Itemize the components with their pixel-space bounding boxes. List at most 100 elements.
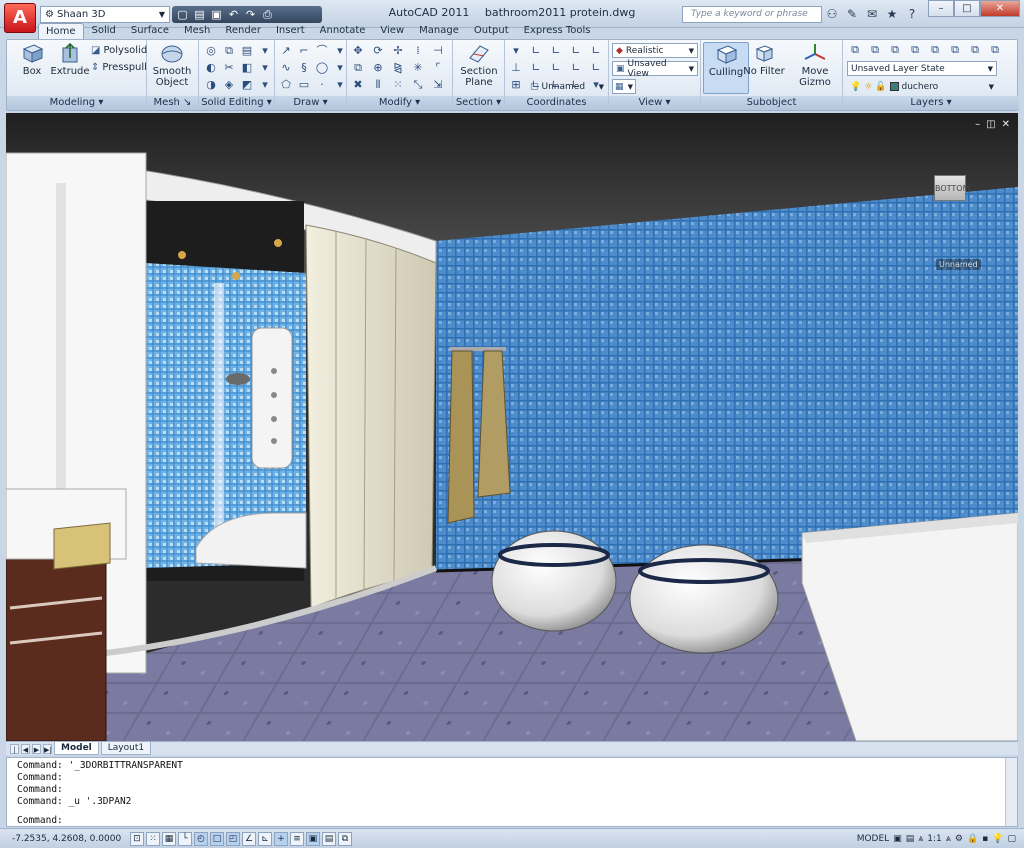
line-icon[interactable]: ↗ [278,43,294,58]
viewport-config-button[interactable]: ▦ ▼ [612,79,636,94]
search-input[interactable]: Type a keyword or phrase [682,6,822,23]
point-icon[interactable]: · [314,77,330,92]
thicken-icon[interactable]: ◈ [221,77,237,92]
3d-array-icon[interactable]: ⁞ [410,43,426,58]
tab-output[interactable]: Output [467,23,516,39]
panel-title-solid-editing[interactable]: Solid Editing ▾ [199,96,274,110]
ucs-z-icon[interactable]: ∟ [568,43,584,58]
dynamic-input-icon[interactable]: + [274,831,288,846]
subtract-icon[interactable]: ◐ [203,60,219,75]
transparency-icon[interactable]: ▣ [306,831,320,846]
communication-icon[interactable]: ✉ [864,6,880,22]
lock-ui-icon[interactable]: 🔒 [967,834,978,844]
annotation-scale-value[interactable]: 1:1 [927,834,941,844]
help-icon[interactable]: ? [904,6,920,22]
grid-display-icon[interactable]: ▦ [162,831,176,846]
prev-layout-button[interactable]: ◀ [21,743,30,754]
panel-title-mesh[interactable]: Mesh ↘ [147,96,198,110]
viewcube[interactable]: BOTTOM [934,175,969,201]
helix-icon[interactable]: § [296,60,312,75]
tab-annotate[interactable]: Annotate [313,23,373,39]
shell-icon[interactable]: ▤ [239,43,255,58]
ucs-named-icon[interactable]: ⊞ [508,77,524,92]
selection-cycling-icon[interactable]: ⧉ [338,831,352,846]
3d-object-snap-icon[interactable]: ◰ [226,831,240,846]
ucs-dropdown-icon[interactable]: ▾ [508,43,524,58]
layer-unisolate-icon[interactable]: ⧉ [887,42,903,57]
viewport-close-button[interactable]: ✕ [1002,119,1010,130]
spline-icon[interactable]: ∿ [278,60,294,75]
close-button[interactable]: ✕ [980,0,1020,17]
move-icon[interactable]: ✥ [350,43,366,58]
separate-icon[interactable]: ⧉ [221,43,237,58]
redo-icon[interactable]: ↷ [243,7,258,22]
slice-icon[interactable]: ✂ [221,60,237,75]
model-space-button[interactable]: MODEL [857,834,889,844]
3d-rotate-icon[interactable]: ⟳ [370,43,386,58]
minimize-button[interactable]: – [928,0,954,17]
drawing-viewport[interactable]: – ◫ ✕ BOTTOM Unnamed [6,113,1018,741]
smooth-object-button[interactable]: Smooth Object [149,42,195,88]
tab-view[interactable]: View [373,23,411,39]
plot-icon[interactable]: ⎙ [260,7,275,22]
last-layout-button[interactable]: ▶| [43,743,52,754]
open-icon[interactable]: ▤ [192,7,207,22]
polygon-icon[interactable]: ⬠ [278,77,294,92]
object-snap-icon[interactable]: □ [210,831,224,846]
fillet-edge-icon[interactable]: ▾ [257,60,273,75]
viewport-restore-button[interactable]: ◫ [986,119,995,130]
annotation-scale-icon[interactable]: ⩓ [918,834,923,844]
extract-edges-icon[interactable]: ▾ [257,43,273,58]
3d-move-icon[interactable]: ✢ [390,43,406,58]
arc-icon[interactable]: ⌒ [314,43,330,58]
layer-previous-icon[interactable]: ⧉ [967,42,983,57]
tab-render[interactable]: Render [218,23,268,39]
viewport-minimize-button[interactable]: – [975,119,980,130]
application-menu-button[interactable]: A [4,3,36,33]
dynamic-ucs-icon[interactable]: ⊾ [258,831,272,846]
command-prompt[interactable]: Command: [17,815,63,826]
snap-mode-icon[interactable]: ⁙ [146,831,160,846]
mirror-icon[interactable]: ⧎ [390,60,406,75]
panel-title-view[interactable]: View ▾ [609,96,700,110]
lineweight-icon[interactable]: ≡ [290,831,304,846]
layer-properties-icon[interactable]: ⧉ [847,42,863,57]
dropdown-icon[interactable]: ▾ [332,43,348,58]
no-filter-button[interactable]: No Filter [741,42,787,77]
extrude-button[interactable]: Extrude [47,42,93,77]
command-scrollbar[interactable] [1005,758,1017,826]
infer-constraints-icon[interactable]: ⊡ [130,831,144,846]
panel-title-section[interactable]: Section ▾ [453,96,504,110]
tab-surface[interactable]: Surface [124,23,176,39]
tab-mesh[interactable]: Mesh [177,23,217,39]
polyline-icon[interactable]: ⌐ [296,43,312,58]
tab-insert[interactable]: Insert [269,23,312,39]
named-ucs-select[interactable]: ▢ Unnamed ▼ [527,79,607,94]
annotation-visibility-icon[interactable]: ⩓ [946,834,951,844]
maximize-button[interactable]: □ [954,0,980,17]
presspull-button[interactable]: ⇕ Presspull [91,62,147,73]
quick-view-drawings-icon[interactable]: ▤ [906,834,915,844]
rectangle-icon[interactable]: ▭ [296,77,312,92]
panel-title-modeling[interactable]: Modeling ▾ [7,96,146,110]
isolate-objects-icon[interactable]: 💡 [992,834,1003,844]
undo-icon[interactable]: ↶ [226,7,241,22]
tab-home[interactable]: Home [38,23,84,39]
section-plane-button[interactable]: Section Plane [456,42,502,88]
layer-more-icon[interactable]: ⧉ [987,42,1003,57]
offset-icon[interactable]: ⫴ [370,77,386,92]
circle-icon[interactable]: ◯ [314,60,330,75]
wcs-menu[interactable]: Unnamed [936,259,981,270]
ucs-origin-icon[interactable]: ∟ [548,43,564,58]
object-snap-tracking-icon[interactable]: ∠ [242,831,256,846]
tab-express-tools[interactable]: Express Tools [517,23,598,39]
quick-properties-icon[interactable]: ▤ [322,831,336,846]
clean-screen-icon[interactable]: ▢ [1007,834,1016,844]
explode-icon[interactable]: ✳ [410,60,426,75]
polysolid-button[interactable]: ◪ Polysolid [91,45,147,56]
binoculars-icon[interactable]: ⚇ [824,6,840,22]
fillet-icon[interactable]: ⌜ [430,60,446,75]
scale-icon[interactable]: ⤡ [410,77,426,92]
workspace-switching-icon[interactable]: ⚙ [955,834,963,844]
move-gizmo-button[interactable]: Move Gizmo [787,42,843,88]
